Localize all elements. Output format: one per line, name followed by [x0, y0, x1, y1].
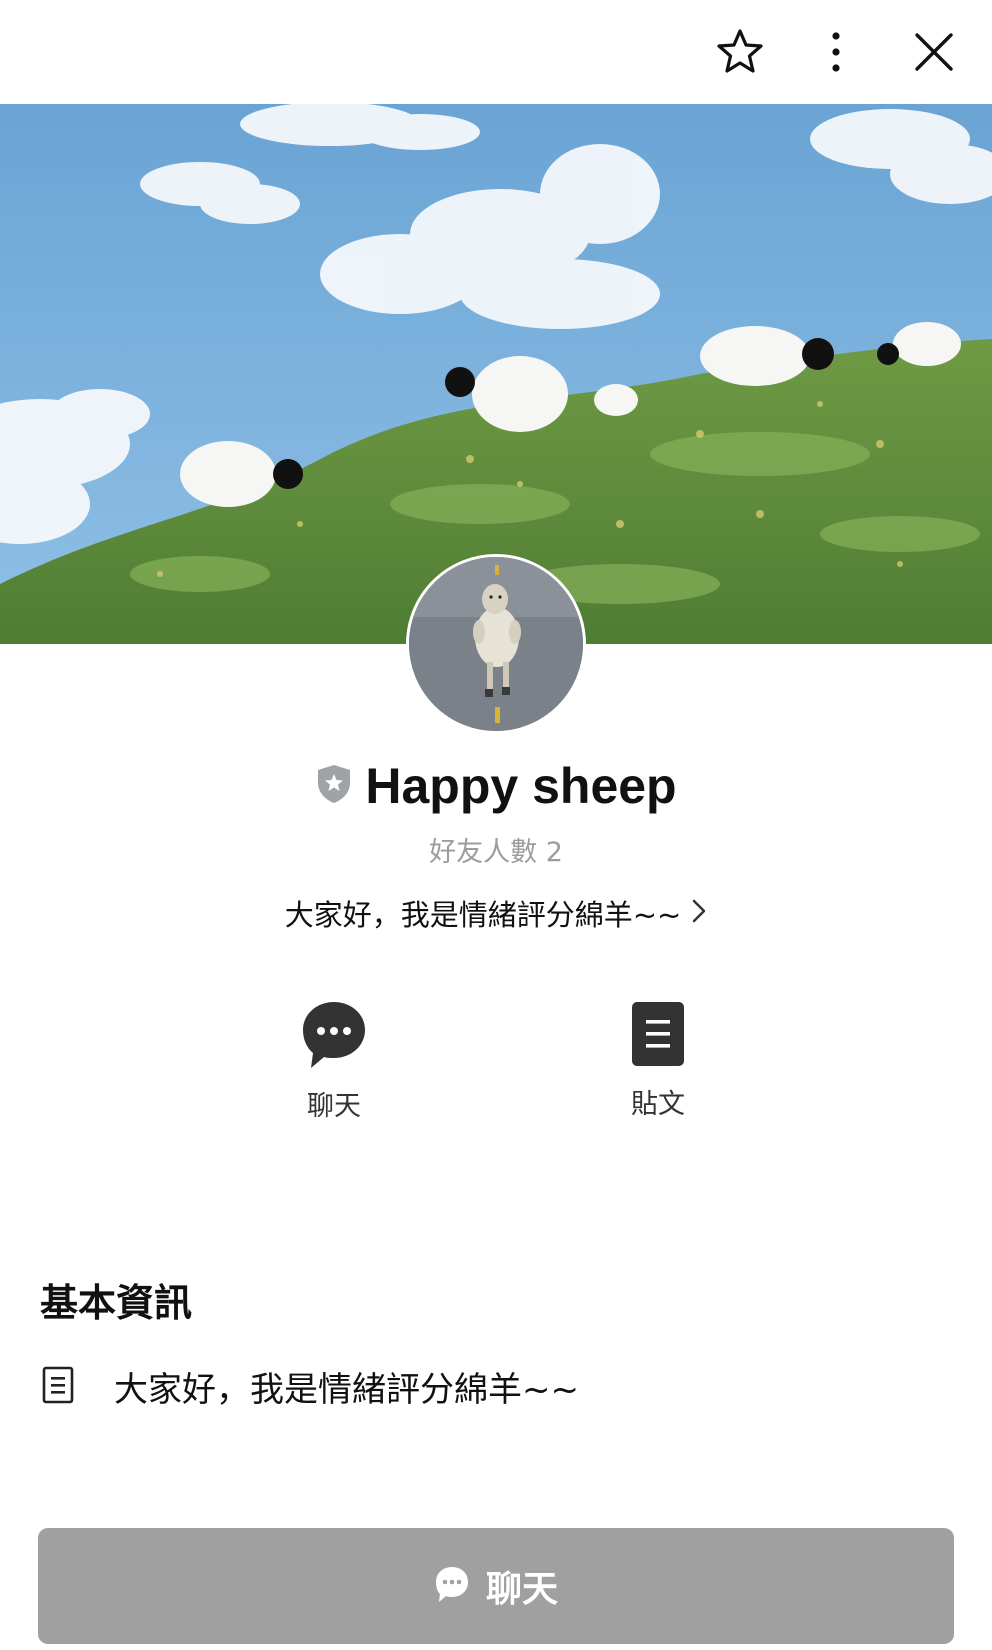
chat-bubble-icon: [434, 1565, 470, 1607]
document-icon: [630, 1000, 686, 1072]
chat-button[interactable]: 聊天: [38, 1528, 954, 1644]
chat-bubble-icon: [301, 1000, 367, 1074]
posts-action-button[interactable]: 貼文: [588, 1000, 728, 1121]
chevron-right-icon: [691, 898, 707, 928]
chat-button-label: 聊天: [485, 1569, 558, 1610]
chat-action-button[interactable]: 聊天: [264, 1000, 404, 1123]
document-outline-icon: [40, 1365, 76, 1409]
avatar[interactable]: [406, 554, 586, 734]
basic-info-description: 大家好，我是情緒評分綿羊~~: [114, 1370, 579, 1410]
status-message: 大家好，我是情緒評分綿羊~~: [284, 898, 682, 932]
shield-badge-icon: [315, 763, 353, 809]
close-icon[interactable]: [906, 24, 962, 80]
chat-action-label: 聊天: [307, 1091, 361, 1122]
profile-name: Happy sheep: [365, 758, 677, 814]
star-icon[interactable]: [712, 24, 768, 80]
top-bar: [0, 0, 992, 104]
profile-name-row: Happy sheep: [0, 756, 992, 816]
friend-count: 好友人數 2: [429, 837, 563, 868]
basic-info-title: 基本資訊: [40, 1281, 193, 1325]
posts-action-label: 貼文: [631, 1089, 685, 1120]
more-vertical-icon[interactable]: [808, 24, 864, 80]
basic-info-row: 大家好，我是情緒評分綿羊~~: [40, 1362, 579, 1411]
status-message-row[interactable]: 大家好，我是情緒評分綿羊~~: [0, 892, 992, 934]
